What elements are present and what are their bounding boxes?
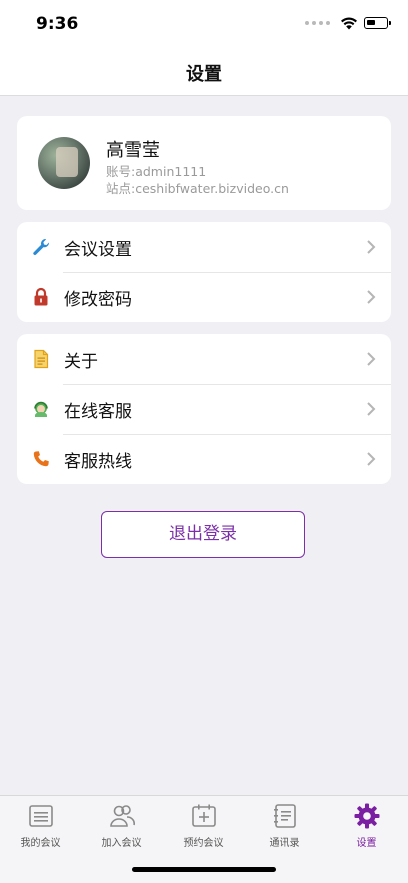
settings-screen: 9:36 设置 高雪莹 账号:admin1111 站点:ceshibfwater… <box>0 0 408 883</box>
online-support-label: 在线客服 <box>64 402 132 422</box>
cellular-signal-icon <box>305 21 330 25</box>
menu-group-support: 关于 在线客服 客服热线 <box>17 334 391 484</box>
tab-label: 预约会议 <box>183 838 224 849</box>
people-icon <box>109 805 135 827</box>
menu-group-meeting: 会议设置 修改密码 <box>17 222 391 322</box>
site-text: 站点:ceshibfwater.bizvideo.cn <box>106 181 289 196</box>
avatar[interactable] <box>38 137 90 189</box>
chevron-right-icon <box>367 352 376 366</box>
chevron-right-icon <box>367 240 376 254</box>
online-support-item[interactable]: 在线客服 <box>17 384 391 434</box>
document-icon <box>34 349 49 369</box>
tab-settings[interactable]: 设置 <box>326 802 407 849</box>
page-title: 设置 <box>186 64 222 85</box>
meeting-settings-item[interactable]: 会议设置 <box>17 222 391 272</box>
hotline-item[interactable]: 客服热线 <box>17 434 391 484</box>
chevron-right-icon <box>367 290 376 304</box>
about-label: 关于 <box>64 352 98 372</box>
chevron-right-icon <box>367 402 376 416</box>
tab-schedule-meeting[interactable]: 预约会议 <box>163 802 244 849</box>
user-name: 高雪莹 <box>106 140 160 161</box>
profile-card[interactable]: 高雪莹 账号:admin1111 站点:ceshibfwater.bizvide… <box>17 116 391 210</box>
contacts-book-icon <box>273 804 296 828</box>
tab-join-meeting[interactable]: 加入会议 <box>81 802 162 849</box>
wrench-icon <box>33 239 50 255</box>
logout-button[interactable]: 退出登录 <box>101 511 305 558</box>
home-indicator <box>132 867 276 872</box>
phone-icon <box>33 451 49 467</box>
status-icons <box>305 16 391 30</box>
change-password-label: 修改密码 <box>64 290 132 310</box>
hotline-label: 客服热线 <box>64 452 132 472</box>
meeting-list-icon <box>28 805 53 827</box>
battery-icon <box>364 17 391 29</box>
tab-contacts[interactable]: 通讯录 <box>244 802 325 849</box>
tab-label: 通讯录 <box>269 838 300 849</box>
tab-label: 设置 <box>356 838 377 849</box>
wifi-icon <box>341 17 357 30</box>
lock-icon <box>34 287 48 306</box>
tab-label: 加入会议 <box>101 838 142 849</box>
calendar-plus-icon <box>191 804 216 827</box>
tab-label: 我的会议 <box>20 838 61 849</box>
change-password-item[interactable]: 修改密码 <box>17 272 391 322</box>
header: 9:36 设置 <box>0 0 408 96</box>
tab-my-meetings[interactable]: 我的会议 <box>0 802 81 849</box>
chevron-right-icon <box>367 452 376 466</box>
support-agent-icon <box>34 401 48 417</box>
meeting-settings-label: 会议设置 <box>64 240 132 260</box>
status-time: 9:36 <box>36 14 79 34</box>
about-item[interactable]: 关于 <box>17 334 391 384</box>
gear-icon <box>354 803 379 829</box>
